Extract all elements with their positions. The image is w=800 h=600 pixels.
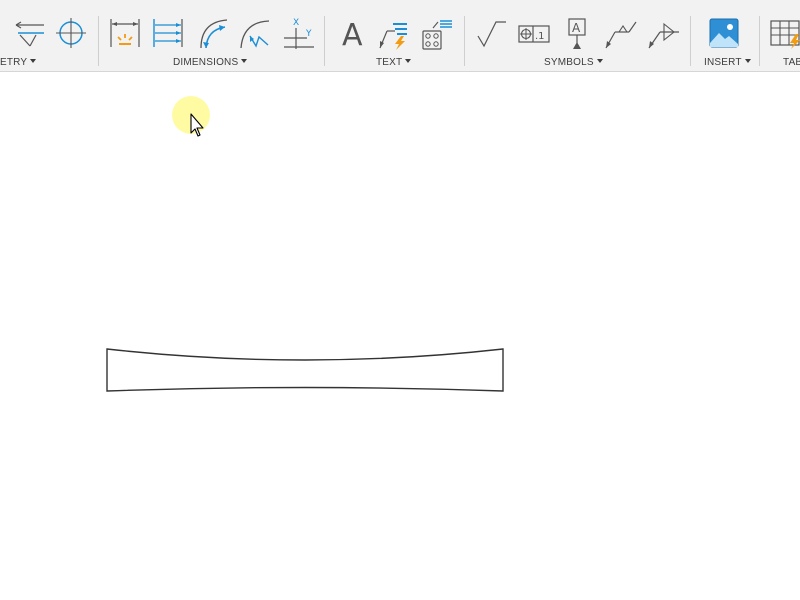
image-icon — [709, 18, 739, 48]
mouse-cursor — [171, 95, 211, 139]
centerline-crosshair-icon — [56, 18, 86, 48]
svg-text:A: A — [342, 18, 363, 50]
group-label-insert[interactable]: INSERT — [704, 57, 751, 69]
group-label-text[interactable]: TEXT — [376, 57, 412, 69]
baseline-dimension-icon — [153, 19, 183, 47]
svg-text:X: X — [293, 18, 299, 28]
group-separator — [690, 16, 691, 66]
hole-note-icon — [422, 20, 452, 50]
group-label-geometry[interactable]: ETRY — [0, 57, 37, 69]
surface-texture-icon — [477, 21, 506, 48]
center-mark-line-button[interactable] — [12, 14, 46, 52]
text-button[interactable]: A — [334, 14, 368, 52]
ordinate-dimension-button[interactable]: X Y — [281, 14, 315, 52]
drawing-geometry — [106, 348, 504, 392]
caret-down-icon — [30, 59, 37, 63]
linear-dimension-icon — [110, 19, 140, 47]
group-separator — [759, 16, 760, 66]
edge-symbol-button[interactable] — [646, 14, 680, 52]
radial-dimension-icon — [240, 20, 270, 49]
drawing-canvas[interactable] — [0, 73, 800, 600]
radial-dimension-button[interactable] — [238, 14, 272, 52]
svg-text:Y: Y — [305, 29, 312, 39]
feature-control-frame-button[interactable]: .1 — [517, 14, 551, 52]
caret-down-icon — [241, 59, 248, 63]
leader-text-button[interactable] — [377, 14, 411, 52]
centerline-button[interactable] — [54, 14, 88, 52]
group-label-text: ETRY — [0, 57, 28, 68]
datum-identifier-button[interactable]: A — [560, 14, 594, 52]
insert-image-button[interactable] — [707, 14, 741, 52]
group-label-symbols[interactable]: SYMBOLS — [544, 57, 603, 69]
caret-down-icon — [596, 59, 603, 63]
text-icon: A — [342, 18, 363, 50]
welding-symbol-icon — [605, 21, 637, 49]
svg-text:A: A — [572, 21, 581, 35]
leader-text-icon — [379, 23, 407, 50]
group-label-text: INSERT — [704, 57, 742, 68]
baseline-dimension-button[interactable] — [151, 14, 185, 52]
linear-dimension-button[interactable] — [108, 14, 142, 52]
table-icon — [770, 20, 800, 49]
group-separator — [464, 16, 465, 66]
datum-identifier-icon: A — [568, 18, 586, 49]
feature-control-frame-icon: .1 — [518, 25, 550, 43]
ordinate-dimension-icon: X Y — [284, 18, 314, 49]
group-label-text: TEXT — [376, 57, 403, 68]
insert-table-button[interactable] — [768, 14, 800, 52]
group-separator — [98, 16, 99, 66]
group-label-text: DIMENSIONS — [173, 57, 239, 68]
surface-texture-button[interactable] — [474, 14, 508, 52]
welding-symbol-button[interactable] — [603, 14, 637, 52]
group-label-table[interactable]: TAB — [783, 57, 800, 69]
caret-down-icon — [744, 59, 751, 63]
group-separator — [324, 16, 325, 66]
part-profile-outline — [106, 348, 504, 392]
arc-length-dimension-button[interactable] — [195, 14, 229, 52]
center-mark-line-icon — [15, 21, 44, 47]
toolbar-ribbon: ETRY X Y DIMENSIONS A TEXT .1 A SYMBOLS … — [0, 0, 800, 72]
group-label-text: SYMBOLS — [544, 57, 594, 68]
group-label-text: TAB — [783, 57, 800, 68]
hole-note-button[interactable] — [419, 14, 453, 52]
group-label-dimensions[interactable]: DIMENSIONS — [173, 57, 248, 69]
edge-symbol-icon — [648, 22, 679, 49]
svg-text:.1: .1 — [535, 31, 545, 42]
caret-down-icon — [405, 59, 412, 63]
arc-length-dimension-icon — [200, 19, 228, 49]
